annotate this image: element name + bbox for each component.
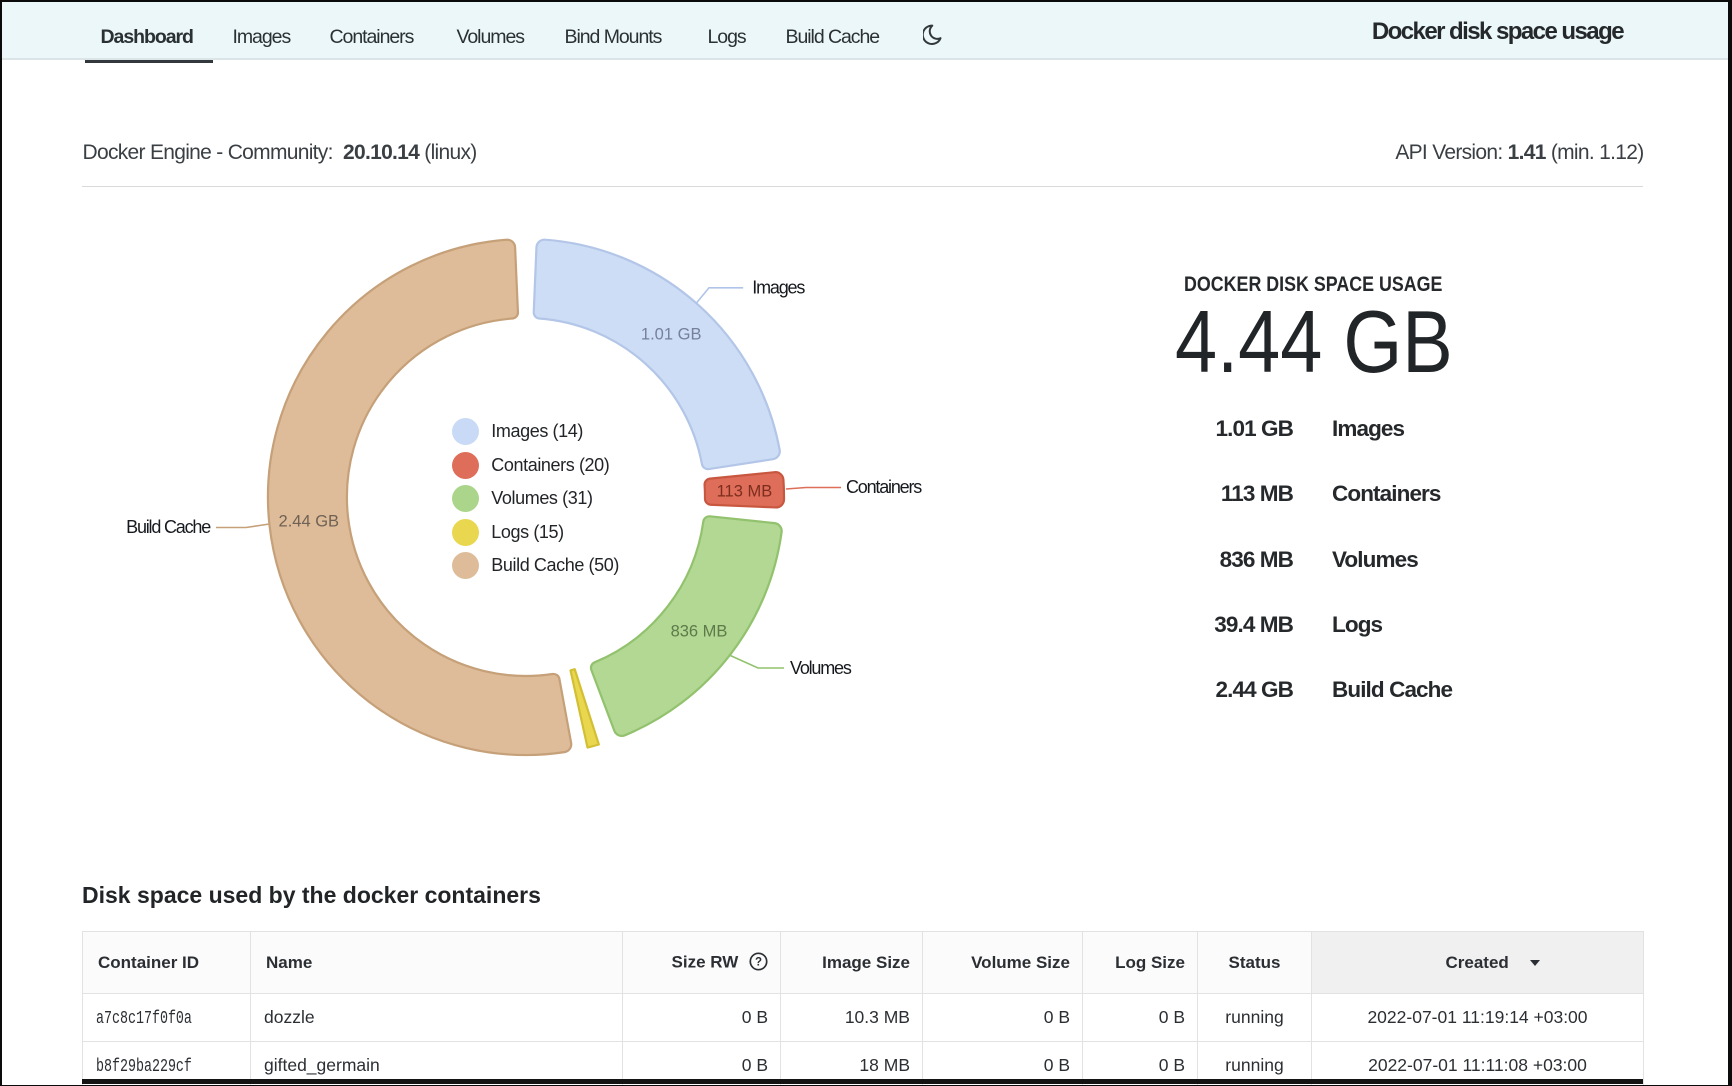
svg-text:2.44 GB: 2.44 GB (279, 513, 340, 531)
svg-text:1.01 GB: 1.01 GB (641, 326, 702, 344)
svg-text:113 MB: 113 MB (717, 483, 773, 501)
svg-text:Build Cache: Build Cache (126, 517, 211, 537)
svg-text:Containers: Containers (846, 477, 922, 497)
svg-text:Volumes: Volumes (790, 658, 852, 678)
svg-text:Images: Images (752, 278, 805, 298)
svg-text:836 MB: 836 MB (671, 623, 728, 641)
svg-text:?: ? (755, 957, 762, 969)
